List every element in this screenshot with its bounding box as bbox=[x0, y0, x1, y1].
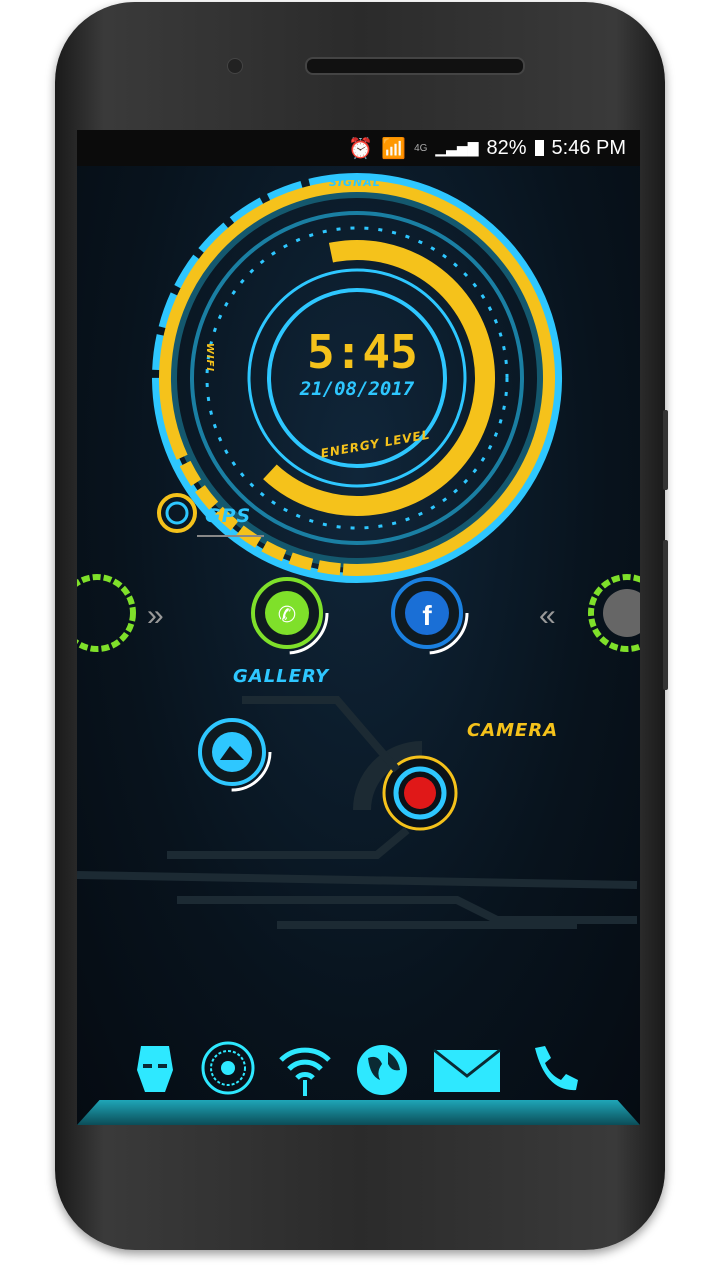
left-partial-icon: » bbox=[77, 574, 164, 652]
mail-icon[interactable] bbox=[432, 1040, 502, 1096]
svg-text:»: » bbox=[147, 599, 164, 632]
svg-text:✆: ✆ bbox=[278, 602, 296, 627]
gallery-label[interactable]: GALLERY bbox=[233, 666, 329, 687]
camera-app-icon bbox=[353, 741, 458, 831]
iron-man-icon[interactable] bbox=[127, 1040, 183, 1096]
clock-date: 21/08/2017 bbox=[299, 378, 415, 400]
volume-button[interactable] bbox=[663, 410, 668, 490]
dock-shelf bbox=[77, 1100, 640, 1125]
home-screen: ⏰ 📶 4G ▁▃▅▇ 82% 5:46 PM » « ✆ f SIGNAL W… bbox=[77, 130, 640, 1125]
front-camera bbox=[227, 58, 243, 74]
speaker-grille bbox=[305, 57, 525, 75]
whatsapp-app-icon: ✆ bbox=[245, 571, 329, 655]
gallery-app-icon bbox=[192, 712, 272, 792]
right-partial-icon: « bbox=[539, 574, 640, 652]
svg-text:f: f bbox=[422, 600, 432, 631]
wifi-icon[interactable] bbox=[277, 1040, 333, 1096]
phone-icon[interactable] bbox=[525, 1040, 581, 1096]
globe-icon[interactable] bbox=[354, 1040, 410, 1096]
camera-label[interactable]: CAMERA bbox=[467, 720, 558, 741]
svg-text:«: « bbox=[539, 599, 556, 632]
facebook-app-icon: f bbox=[385, 571, 469, 655]
arc-reactor-icon[interactable] bbox=[200, 1040, 256, 1096]
clock-time[interactable]: 5:45 bbox=[307, 325, 418, 379]
dock bbox=[77, 1040, 640, 1125]
hud-graphics: » « ✆ f bbox=[77, 173, 640, 929]
gps-label[interactable]: GPS bbox=[205, 505, 251, 527]
signal-label: SIGNAL bbox=[329, 176, 381, 189]
power-button[interactable] bbox=[663, 540, 668, 690]
wifi-label: WIFI bbox=[204, 342, 216, 373]
